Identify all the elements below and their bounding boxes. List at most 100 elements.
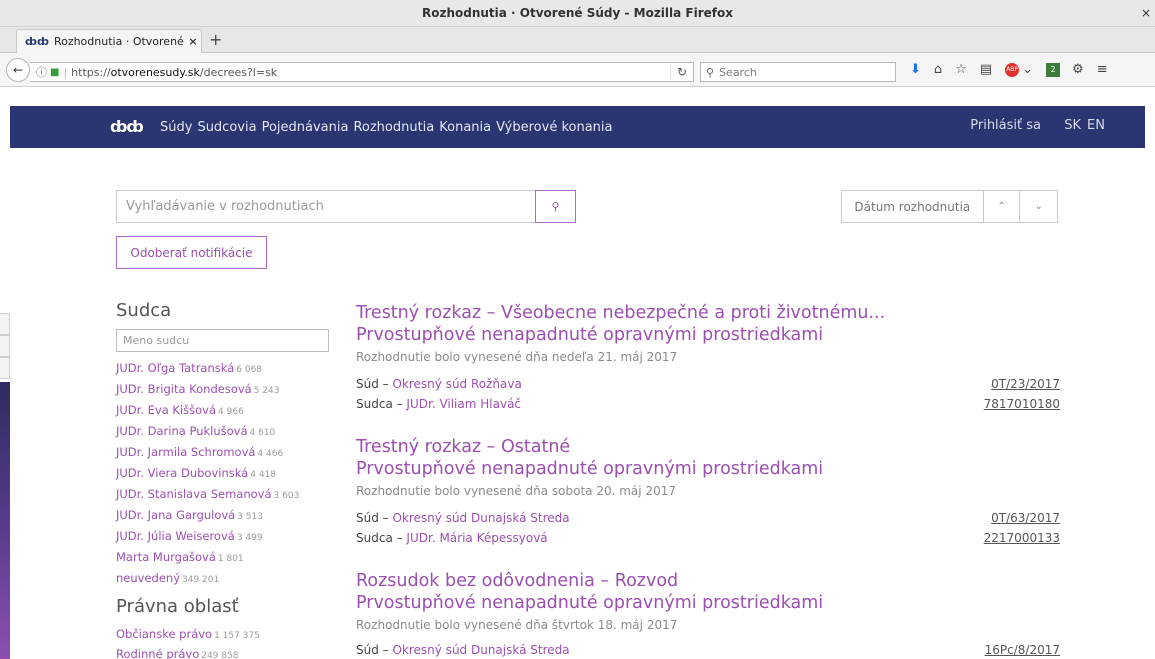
sort-descending-button[interactable]: ⌄ [1020, 191, 1057, 222]
sort-control: Dátum rozhodnutia ⌃ ⌄ [841, 190, 1058, 223]
judge-link[interactable]: JUDr. Mária Képessyová [406, 531, 547, 545]
chevron-down-icon[interactable]: ⌄ [1022, 62, 1033, 77]
result-subtitle[interactable]: Prvostupňové nenapadnuté opravnými prost… [356, 459, 823, 479]
judge-facet-item[interactable]: JUDr. Júlia Weiserová 3 499 [116, 529, 263, 543]
court-link[interactable]: Okresný súd Rožňava [392, 377, 521, 391]
judge-facet-item[interactable]: JUDr. Darina Puklušová 4 610 [116, 424, 275, 438]
judge-facet-item[interactable]: JUDr. Stanislava Semanová 3 603 [116, 487, 299, 501]
bookmark-star-icon[interactable]: ☆ [955, 62, 967, 77]
nav-item-sudy[interactable]: Súdy [160, 120, 192, 135]
court-link[interactable]: Okresný súd Dunajská Streda [392, 643, 569, 657]
subscribe-notifications-button[interactable]: Odoberať notifikácie [116, 236, 267, 269]
lang-en-link[interactable]: EN [1087, 118, 1105, 133]
judge-facet-item[interactable]: JUDr. Oľga Tatranská 6 068 [116, 361, 262, 375]
result-title[interactable]: Trestný rozkaz – Všeobecne nebezpečné a … [356, 303, 885, 323]
nav-item-konania[interactable]: Konania [439, 120, 491, 135]
lock-icon: ■ [50, 66, 60, 78]
nav-item-pojednavania[interactable]: Pojednávania [262, 120, 349, 135]
result-court: Súd – Okresný súd Dunajská Streda [356, 643, 570, 657]
site-header: ȸȸ Súdy Sudcovia Pojednávania Rozhodnuti… [10, 106, 1145, 148]
search-icon: ⚲ [706, 65, 715, 79]
window-titlebar: Rozhodnutia · Otvorené Súdy - Mozilla Fi… [0, 0, 1155, 27]
result-title[interactable]: Trestný rozkaz – Ostatné [356, 437, 570, 457]
sort-ascending-button[interactable]: ⌃ [984, 191, 1021, 222]
background-window-fragment [0, 313, 10, 335]
home-icon[interactable]: ⌂ [934, 62, 942, 77]
site-favicon-icon: ȸȸ [25, 35, 49, 48]
lang-sk-link[interactable]: SK [1064, 118, 1081, 133]
tab-title: Rozhodnutia · Otvorené S [53, 35, 185, 48]
result-subtitle[interactable]: Prvostupňové nenapadnuté opravnými prost… [356, 325, 823, 345]
window-title: Rozhodnutia · Otvorené Súdy - Mozilla Fi… [421, 6, 733, 20]
settings-icon[interactable]: ⚙ [1072, 62, 1084, 77]
judge-facet-item[interactable]: neuvedený 349 201 [116, 571, 219, 585]
result-judge: Sudca – JUDr. Mária Képessyová [356, 531, 548, 545]
tab-close-icon[interactable]: × [185, 35, 201, 48]
search-icon: ⚲ [551, 200, 560, 213]
toolbar-icons: ⬇ ⌂ ☆ ▤ ABP ⌄ 2 ⚙ ≡ [910, 62, 1121, 77]
file-number-link[interactable]: 0T/63/2017 [991, 511, 1060, 525]
judge-facet-item[interactable]: JUDr. Brigita Kondesová 5 243 [116, 382, 279, 396]
window-close-icon[interactable]: × [1141, 0, 1151, 27]
back-button[interactable]: ← [6, 58, 30, 82]
result-judge: Sudca – JUDr. Viliam Hlaváč [356, 397, 522, 411]
reload-icon[interactable]: ↻ [669, 65, 687, 79]
login-link[interactable]: Prihlásiť sa [970, 118, 1041, 133]
legal-area-facet-item[interactable]: Rodinné právo 249 858 [116, 647, 238, 659]
legal-area-facet-heading: Právna oblasť [116, 596, 239, 617]
nav-item-rozhodnutia[interactable]: Rozhodnutia [353, 120, 434, 135]
ecli-link[interactable]: 7817010180 [984, 397, 1060, 411]
result-date: Rozhodnutie bolo vynesené dňa sobota 20.… [356, 484, 676, 498]
chevron-up-icon: ⌃ [997, 201, 1006, 212]
desktop-wallpaper [0, 382, 10, 659]
result-court: Súd – Okresný súd Dunajská Streda [356, 511, 570, 525]
nav-toolbar: ← ⓘ ■ | https://otvorenesudy.sk/decrees?… [0, 53, 1155, 87]
result-court: Súd – Okresný súd Rožňava [356, 377, 522, 391]
browser-tab[interactable]: ȸȸ Rozhodnutia · Otvorené S × [16, 29, 202, 53]
menu-icon[interactable]: ≡ [1097, 62, 1108, 77]
header-right: Prihlásiť sa SK EN [895, 106, 1145, 148]
reader-view-icon[interactable]: ▤ [980, 62, 992, 77]
result-title[interactable]: Rozsudok bez odôvodnenia – Rozvod [356, 571, 678, 591]
judge-facet-item[interactable]: Marta Murgašová 1 801 [116, 550, 244, 564]
chevron-down-icon: ⌄ [1034, 201, 1043, 212]
decree-search-button[interactable]: ⚲ [535, 190, 576, 223]
judge-facet-heading: Sudca [116, 300, 172, 321]
result-date: Rozhodnutie bolo vynesené dňa nedeľa 21.… [356, 350, 678, 364]
file-number-link[interactable]: 16Pc/8/2017 [985, 643, 1060, 657]
back-arrow-icon: ← [12, 63, 24, 77]
sort-field-select[interactable]: Dátum rozhodnutia [842, 191, 984, 222]
result-date: Rozhodnutie bolo vynesené dňa štvrtok 18… [356, 618, 678, 632]
tab-strip: ȸȸ Rozhodnutia · Otvorené S × + [0, 27, 1155, 53]
download-icon[interactable]: ⬇ [910, 62, 921, 77]
browser-search-placeholder: Search [719, 65, 757, 79]
adblock-icon[interactable]: ABP [1005, 62, 1020, 77]
site-logo-icon[interactable]: ȸȸ [110, 117, 144, 136]
judge-facet-item[interactable]: JUDr. Jarmila Schromová 4 466 [116, 445, 283, 459]
nav-item-sudcovia[interactable]: Sudcovia [197, 120, 256, 135]
decree-search-input[interactable]: Vyhľadávanie v rozhodnutiach [116, 190, 535, 223]
background-window-fragment [0, 357, 10, 379]
info-icon[interactable]: ⓘ [36, 64, 47, 80]
nav-item-vyberove-konania[interactable]: Výberové konania [496, 120, 612, 135]
browser-search-input[interactable]: ⚲ Search [700, 62, 896, 82]
judge-facet-item[interactable]: JUDr. Jana Gargulová 3 513 [116, 508, 263, 522]
judge-filter-input[interactable]: Meno sudcu [116, 329, 329, 352]
legal-area-facet-item[interactable]: Občianske právo 1 157 375 [116, 627, 260, 641]
file-number-link[interactable]: 0T/23/2017 [991, 377, 1060, 391]
extension-icon[interactable]: 2 [1046, 62, 1061, 77]
result-subtitle[interactable]: Prvostupňové nenapadnuté opravnými prost… [356, 593, 823, 613]
url-prefix: https:// [71, 65, 111, 79]
ecli-link[interactable]: 2217000133 [984, 531, 1060, 545]
url-separator: | [63, 65, 68, 79]
judge-facet-item[interactable]: JUDr. Eva Kiššová 4 966 [116, 403, 244, 417]
judge-link[interactable]: JUDr. Viliam Hlaváč [406, 397, 521, 411]
new-tab-icon[interactable]: + [209, 30, 222, 49]
url-bar[interactable]: ⓘ ■ | https://otvorenesudy.sk/decrees?l=… [30, 62, 694, 82]
court-link[interactable]: Okresný súd Dunajská Streda [392, 511, 569, 525]
url-host: otvorenesudy.sk [110, 65, 200, 79]
judge-facet-item[interactable]: JUDr. Viera Dubovinská 4 418 [116, 466, 276, 480]
url-path: /decrees?l=sk [199, 65, 278, 79]
background-window-fragment [0, 335, 10, 357]
site-nav: Súdy Sudcovia Pojednávania Rozhodnutia K… [160, 106, 618, 148]
